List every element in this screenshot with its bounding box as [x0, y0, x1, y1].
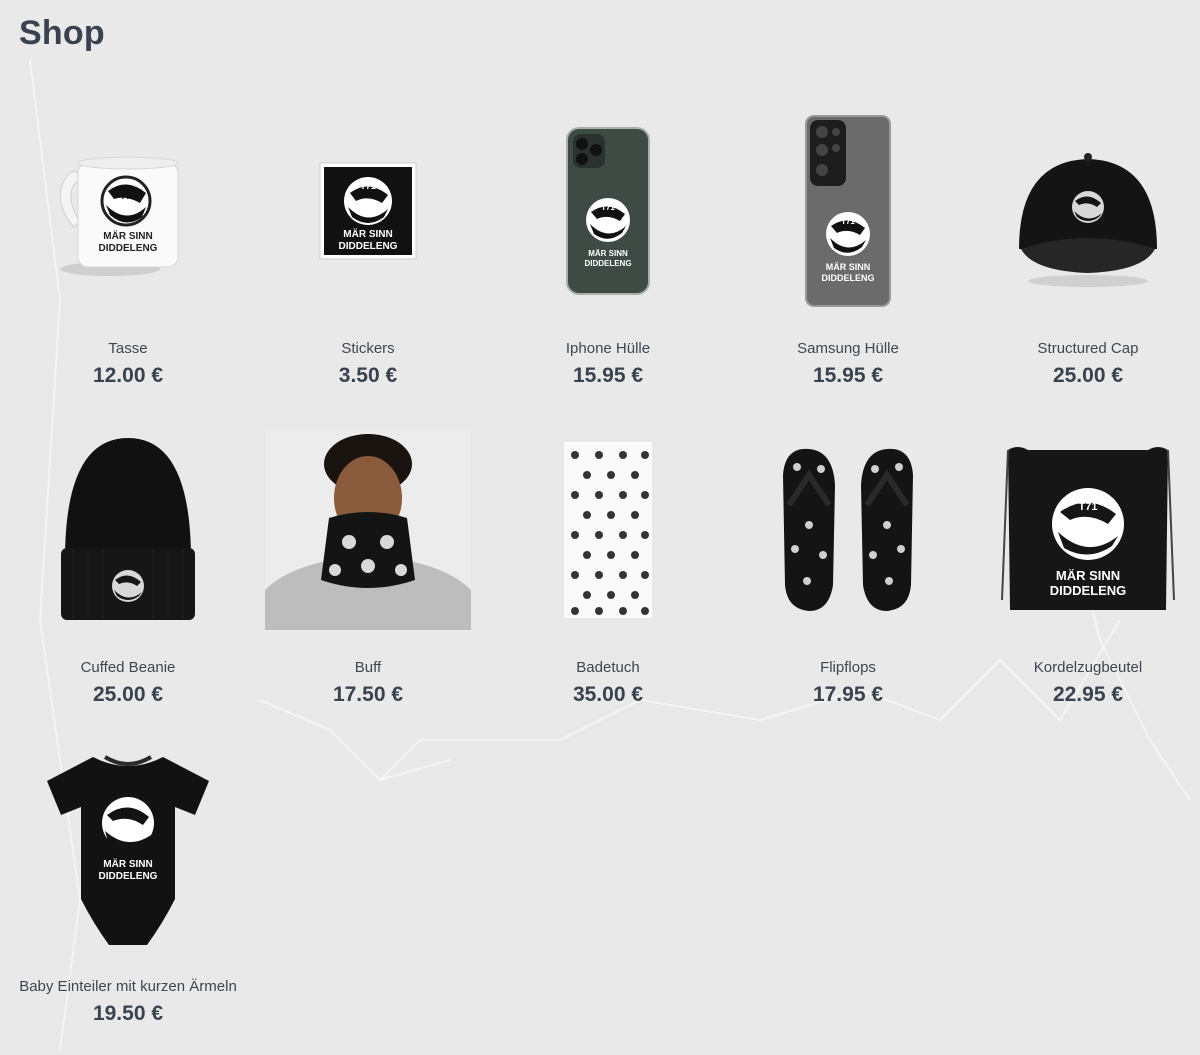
product-price: 12.00 € [92, 364, 164, 387]
product-name: Baby Einteiler mit kurzen Ärmeln [19, 978, 237, 995]
product-card-flipflops[interactable]: Flipflops 17.95 € [728, 415, 968, 734]
svg-text:T71: T71 [360, 181, 376, 191]
product-card-samsung-huelle[interactable]: T71 MÄR SINN DIDDELENG Samsung Hülle 15.… [728, 96, 968, 415]
product-card-structured-cap[interactable]: Structured Cap 25.00 € [968, 96, 1200, 415]
svg-text:DIDDELENG: DIDDELENG [99, 243, 158, 254]
product-card-kordelzugbeutel[interactable]: T71 MÄR SINN DIDDELENG Kordelzugbeutel 2… [968, 415, 1200, 734]
product-price: 19.50 € [92, 1002, 164, 1025]
product-image: T71 MÄR SINN DIDDELENG [488, 96, 728, 326]
towel-icon [562, 440, 654, 620]
product-image: T71 MÄR SINN DIDDELENG [248, 96, 488, 326]
product-price: 22.95 € [1052, 683, 1124, 706]
product-price: 25.00 € [92, 683, 164, 706]
beanie-icon [61, 438, 195, 620]
product-name: Kordelzugbeutel [1033, 659, 1143, 676]
product-image [968, 96, 1200, 326]
iphone-case-icon: T71 MÄR SINN DIDDELENG [566, 127, 650, 295]
product-name: Cuffed Beanie [80, 659, 176, 676]
svg-text:DIDDELENG: DIDDELENG [339, 241, 398, 252]
svg-text:MÄR SINN: MÄR SINN [588, 249, 628, 258]
product-price: 25.00 € [1052, 364, 1124, 387]
product-image [248, 415, 488, 645]
svg-text:DIDDELENG: DIDDELENG [1050, 583, 1127, 598]
svg-text:MÄR SINN: MÄR SINN [103, 857, 152, 870]
mug-icon: T71 MÄR SINN DIDDELENG [60, 156, 179, 276]
product-card-tasse[interactable]: T71 MÄR SINN DIDDELENG Tasse 12.00 € [8, 96, 248, 415]
svg-text:MÄR SINN: MÄR SINN [826, 262, 871, 272]
svg-text:DIDDELENG: DIDDELENG [584, 259, 631, 268]
product-image [8, 415, 248, 645]
svg-text:T71: T71 [841, 217, 855, 226]
product-grid: T71 MÄR SINN DIDDELENG Tasse 12.00 € T71… [8, 96, 1200, 1053]
product-image: T71 MÄR SINN DIDDELENG [728, 96, 968, 326]
product-card-stickers[interactable]: T71 MÄR SINN DIDDELENG Stickers 3.50 € [248, 96, 488, 415]
product-name: Badetuch [576, 659, 640, 676]
svg-text:DIDDELENG: DIDDELENG [99, 871, 158, 882]
svg-text:MÄR SINN: MÄR SINN [103, 229, 152, 242]
product-image: T71 MÄR SINN DIDDELENG [968, 415, 1200, 645]
svg-text:T71: T71 [1079, 501, 1098, 513]
product-name: Tasse [108, 340, 148, 357]
sticker-icon: T71 MÄR SINN DIDDELENG [319, 162, 417, 260]
product-name: Flipflops [820, 659, 876, 676]
product-image [488, 415, 728, 645]
product-image [728, 415, 968, 645]
svg-text:MÄR SINN: MÄR SINN [1056, 568, 1120, 583]
buff-icon [265, 430, 471, 630]
product-image: MÄR SINN DIDDELENG [8, 734, 248, 964]
product-card-cuffed-beanie[interactable]: Cuffed Beanie 25.00 € [8, 415, 248, 734]
product-card-badetuch[interactable]: Badetuch 35.00 € [488, 415, 728, 734]
flipflops-icon [783, 448, 913, 611]
svg-text:T71: T71 [601, 203, 615, 212]
product-price: 15.95 € [572, 364, 644, 387]
svg-text:DIDDELENG: DIDDELENG [821, 273, 874, 283]
page-title: Shop [19, 14, 105, 52]
svg-text:T71: T71 [120, 191, 136, 201]
product-price: 15.95 € [812, 364, 884, 387]
product-card-buff[interactable]: Buff 17.50 € [248, 415, 488, 734]
product-image: T71 MÄR SINN DIDDELENG [8, 96, 248, 326]
product-name: Buff [354, 659, 382, 676]
product-price: 3.50 € [338, 364, 398, 387]
drawstring-bag-icon: T71 MÄR SINN DIDDELENG [1001, 447, 1175, 610]
product-price: 17.50 € [332, 683, 404, 706]
product-card-iphone-huelle[interactable]: T71 MÄR SINN DIDDELENG Iphone Hülle 15.9… [488, 96, 728, 415]
product-price: 17.95 € [812, 683, 884, 706]
product-name: Iphone Hülle [565, 340, 651, 357]
svg-text:MÄR SINN: MÄR SINN [343, 227, 392, 240]
product-name: Structured Cap [1037, 340, 1139, 357]
product-name: Stickers [341, 340, 395, 357]
baby-onesie-icon: MÄR SINN DIDDELENG [47, 755, 209, 945]
product-card-baby-einteiler[interactable]: MÄR SINN DIDDELENG Baby Einteiler mit ku… [8, 734, 248, 1055]
samsung-case-icon: T71 MÄR SINN DIDDELENG [805, 115, 891, 307]
cap-icon [1019, 153, 1157, 287]
product-name: Samsung Hülle [797, 340, 899, 357]
product-price: 35.00 € [572, 683, 644, 706]
